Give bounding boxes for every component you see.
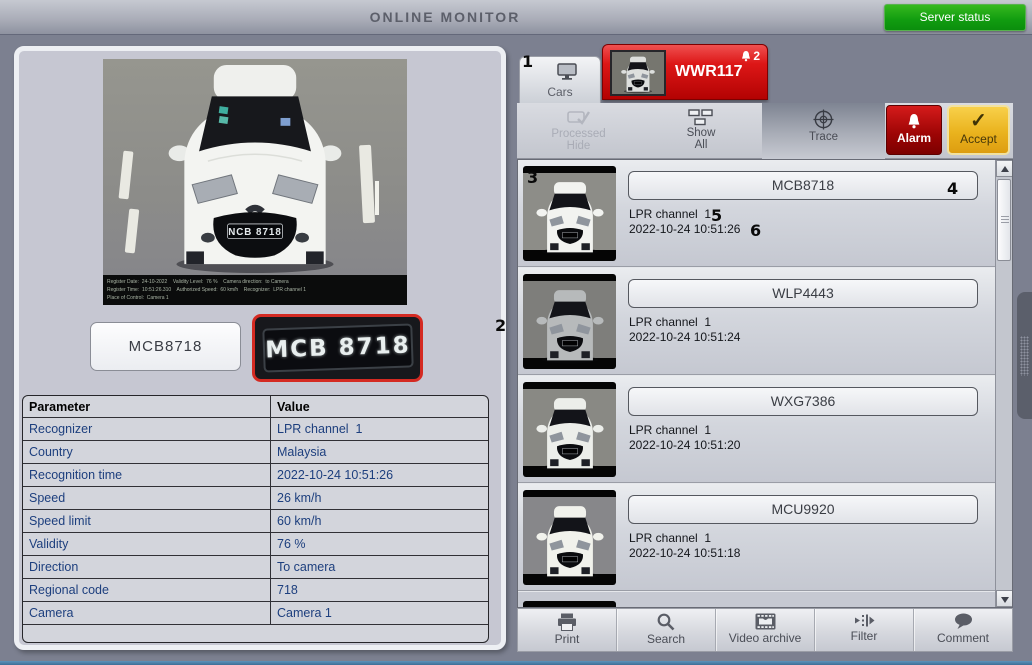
filter-button[interactable]: Filter (815, 609, 914, 651)
table-row: Recognizer LPR channel 1 (23, 418, 488, 441)
tab-cars-label: Cars (547, 85, 573, 99)
col-value: Value (277, 400, 310, 414)
video-archive-icon (755, 613, 775, 630)
recognized-plate-text: MCB8718 (90, 322, 241, 371)
photo-plate-text: NCB 8718 (228, 227, 282, 238)
window-title: ONLINE MONITOR (369, 9, 521, 25)
table-row: Recognition time 2022-10-24 10:51:26 (23, 464, 488, 487)
recognition-list: MCB8718 LPR channel 1 2022-10-24 10:51:2… (517, 159, 1013, 608)
search-icon (657, 613, 675, 631)
title-bar: ONLINE MONITOR Server status (0, 0, 1032, 35)
list-channel: LPR channel 1 (629, 315, 712, 329)
vehicle-thumbnail (523, 490, 616, 585)
car-illustration: NCB 8718 (168, 64, 342, 274)
callout-3: 3 (527, 168, 539, 187)
tab-alarm-wwr117[interactable]: WWR117 2 (602, 44, 768, 100)
callout-6: 6 (750, 221, 762, 240)
window-bottom-edge (0, 661, 1032, 665)
show-all-icon (688, 109, 713, 126)
table-row: Regional code 718 (23, 579, 488, 602)
table-row: Direction To camera (23, 556, 488, 579)
plate-crop-frame: MCB 8718 (252, 314, 423, 382)
scroll-up-button[interactable] (996, 160, 1012, 177)
alarm-button[interactable]: Alarm (886, 105, 942, 155)
callout-1: 1 (522, 52, 534, 71)
arrow-down-icon (1001, 597, 1009, 603)
callout-2: 2 (495, 316, 507, 335)
lane-marking (358, 144, 376, 224)
processed-icon (566, 111, 590, 125)
alarm-tab-thumbnail (610, 50, 666, 96)
detail-panel: NCB 8718 Register Date: 24-10-2022 Valid… (14, 46, 506, 650)
vehicle-thumbnail (523, 382, 616, 477)
list-item[interactable]: MCB8718 LPR channel 1 2022-10-24 10:51:2… (518, 160, 996, 267)
vehicle-thumbnail (523, 274, 616, 369)
show-all-button[interactable]: Show All (640, 103, 762, 159)
search-button[interactable]: Search (617, 609, 716, 651)
bell-icon (742, 51, 751, 62)
table-row: Speed 26 km/h (23, 487, 488, 510)
table-row: Validity 76 % (23, 533, 488, 556)
vehicle-photo: NCB 8718 Register Date: 24-10-2022 Valid… (103, 59, 407, 305)
list-scrollbar[interactable] (995, 160, 1012, 607)
scrollbar-thumb[interactable] (997, 179, 1011, 261)
filter-icon (854, 614, 874, 627)
scroll-down-button[interactable] (996, 590, 1012, 607)
list-item[interactable]: MCU9920 LPR channel 1 2022-10-24 10:51:1… (518, 484, 996, 591)
lane-marking (118, 150, 134, 200)
comment-button[interactable]: Comment (914, 609, 1012, 651)
list-time: 2022-10-24 10:51:20 (629, 438, 741, 452)
plate-crop-image: MCB 8718 (261, 323, 414, 373)
monitor-icon (557, 63, 577, 80)
col-parameter: Parameter (23, 396, 271, 417)
callout-4: 4 (947, 179, 959, 198)
alarm-badge-count: 2 (753, 49, 760, 63)
list-channel: LPR channel 1 (629, 423, 712, 437)
comment-icon (954, 613, 972, 629)
server-status-button[interactable]: Server status (884, 4, 1026, 31)
list-channel: LPR channel 1 (629, 531, 712, 545)
list-plate: MCB8718 (628, 171, 978, 200)
alarm-tab-plate: WWR117 (675, 63, 743, 80)
list-plate: WLP4443 (628, 279, 978, 308)
bottom-toolbar: Print Search Video archive Filter Commen… (517, 608, 1013, 652)
photo-overlay-text: Register Date: 24-10-2022 Validity Level… (103, 275, 407, 305)
lane-marking (124, 208, 140, 254)
list-time: 2022-10-24 10:51:18 (629, 546, 741, 560)
list-item[interactable]: WLP4443 LPR channel 1 2022-10-24 10:51:2… (518, 268, 996, 375)
detection-mark (375, 181, 379, 215)
alarm-badge: 2 (741, 49, 760, 63)
trace-icon (813, 109, 834, 130)
list-toolbar: Processed Hide Show All Trace Alarm ✓ Ac… (517, 103, 1013, 159)
video-archive-button[interactable]: Video archive (716, 609, 815, 651)
accept-button[interactable]: ✓ Accept (947, 105, 1010, 155)
alarm-bell-icon (908, 113, 920, 129)
print-button[interactable]: Print (518, 609, 617, 651)
table-header-row: Parameter Value (23, 396, 488, 418)
print-icon (558, 613, 576, 631)
table-row: Speed limit 60 km/h (23, 510, 488, 533)
list-channel: LPR channel 1 (629, 207, 712, 221)
table-row: Country Malaysia (23, 441, 488, 464)
list-time: 2022-10-24 10:51:26 (629, 222, 741, 236)
partial-list-item (523, 601, 616, 607)
processed-hide-button[interactable]: Processed Hide (517, 103, 640, 159)
panel-collapse-handle[interactable] (1017, 292, 1032, 419)
list-time: 2022-10-24 10:51:24 (629, 330, 741, 344)
list-plate: MCU9920 (628, 495, 978, 524)
list-item[interactable]: WXG7386 LPR channel 1 2022-10-24 10:51:2… (518, 376, 996, 483)
check-icon: ✓ (970, 110, 987, 132)
callout-5: 5 (711, 206, 723, 225)
table-row: Camera Camera 1 (23, 602, 488, 625)
trace-button[interactable]: Trace (762, 103, 885, 159)
list-plate: WXG7386 (628, 387, 978, 416)
arrow-up-icon (1001, 166, 1009, 172)
parameter-table: Parameter Value Recognizer LPR channel 1… (22, 395, 489, 643)
